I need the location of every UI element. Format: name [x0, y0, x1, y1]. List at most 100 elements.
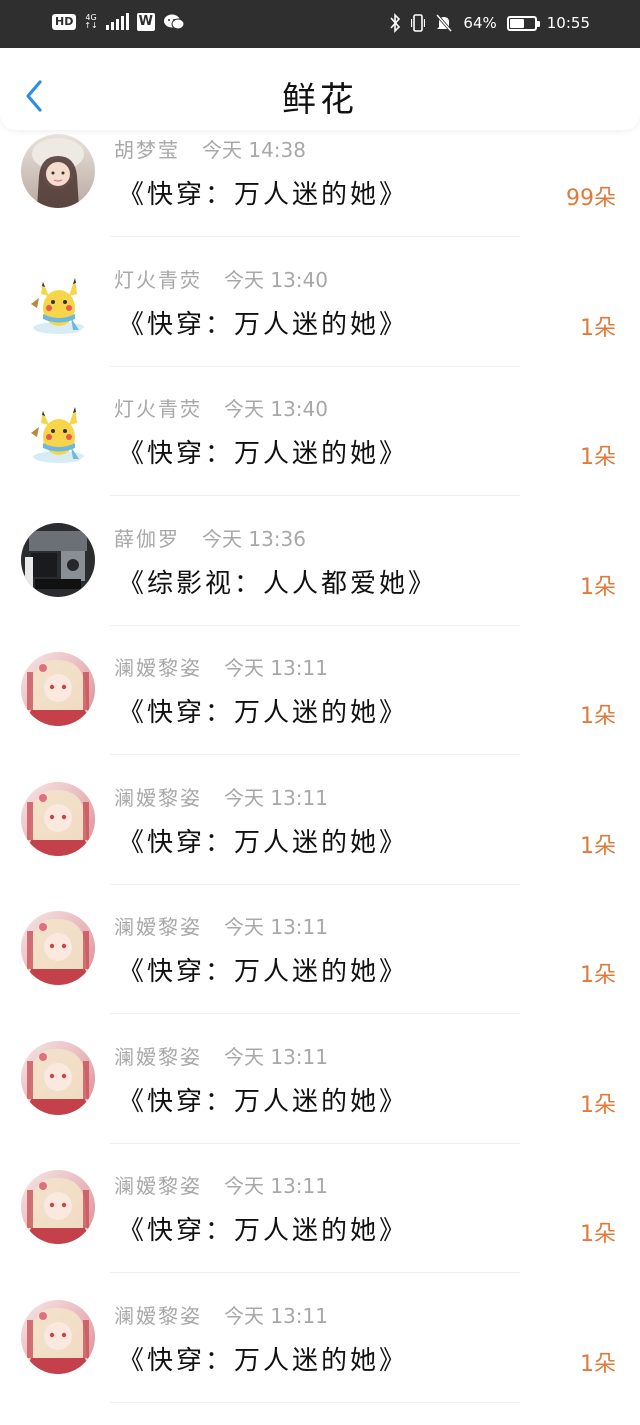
status-bar: HD 4G ↑↓ W 64% — [0, 0, 640, 48]
item-meta: 澜嫒黎姿今天 13:11 — [114, 652, 328, 681]
flower-count: 99朵 — [566, 180, 616, 212]
battery-tip — [537, 21, 540, 27]
divider — [110, 1143, 520, 1144]
vibrate-icon — [411, 13, 425, 33]
list-item[interactable]: 胡梦莹今天 14:38 《快穿：万人迷的她》 99朵 — [0, 130, 640, 260]
timestamp: 今天 13:11 — [224, 1045, 328, 1069]
status-bar-left: HD 4G ↑↓ W — [52, 13, 185, 31]
list-item[interactable]: 澜嫒黎姿今天 13:11 《快穿：万人迷的她》 1朵 — [0, 907, 640, 1037]
book-title: 《快穿：万人迷的她》 — [118, 1081, 408, 1118]
avatar[interactable] — [21, 264, 95, 338]
page-header: 鲜花 — [0, 48, 640, 130]
divider — [110, 625, 520, 626]
item-meta: 灯火青荧今天 13:40 — [114, 393, 328, 422]
timestamp: 今天 13:11 — [224, 915, 328, 939]
status-bar-right: 64% 10:55 — [389, 13, 590, 33]
hd-icon: HD — [52, 14, 76, 30]
sender-name: 灯火青荧 — [114, 397, 202, 421]
sender-name: 澜嫒黎姿 — [114, 1045, 202, 1069]
sender-name: 灯火青荧 — [114, 268, 202, 292]
divider — [110, 884, 520, 885]
divider — [110, 1272, 520, 1273]
item-meta: 澜嫒黎姿今天 13:11 — [114, 1041, 328, 1070]
timestamp: 今天 13:11 — [224, 1174, 328, 1198]
flower-count: 1朵 — [580, 1087, 616, 1119]
bluetooth-icon — [389, 13, 401, 33]
avatar[interactable] — [21, 523, 95, 597]
flower-count: 1朵 — [580, 1346, 616, 1378]
avatar[interactable] — [21, 1170, 95, 1244]
sender-name: 澜嫒黎姿 — [114, 1304, 202, 1328]
divider — [110, 236, 520, 237]
divider — [110, 1013, 520, 1014]
clock: 10:55 — [547, 13, 590, 33]
battery-icon — [507, 16, 537, 31]
book-title: 《快穿：万人迷的她》 — [118, 822, 408, 859]
list-item[interactable]: 澜嫒黎姿今天 13:11 《快穿：万人迷的她》 1朵 — [0, 648, 640, 778]
flower-count: 1朵 — [580, 439, 616, 471]
flower-count: 1朵 — [580, 698, 616, 730]
timestamp: 今天 14:38 — [202, 138, 306, 162]
timestamp: 今天 13:11 — [224, 786, 328, 810]
book-title: 《快穿：万人迷的她》 — [118, 174, 408, 211]
sender-name: 澜嫒黎姿 — [114, 1174, 202, 1198]
avatar[interactable] — [21, 782, 95, 856]
list-item[interactable]: 薛伽罗今天 13:36 《综影视：人人都爱她》 1朵 — [0, 519, 640, 649]
book-title: 《快穿：万人迷的她》 — [118, 304, 408, 341]
sender-name: 胡梦莹 — [114, 138, 180, 162]
item-meta: 灯火青荧今天 13:40 — [114, 264, 328, 293]
sender-name: 澜嫒黎姿 — [114, 656, 202, 680]
avatar[interactable] — [21, 911, 95, 985]
item-meta: 澜嫒黎姿今天 13:11 — [114, 1170, 328, 1199]
flower-list: 胡梦莹今天 14:38《快穿：万人迷的她》99朵灯火青荧今天 13:40《快穿：… — [0, 130, 640, 1425]
divider — [110, 366, 520, 367]
item-meta: 薛伽罗今天 13:36 — [114, 523, 306, 552]
avatar[interactable] — [21, 134, 95, 208]
avatar[interactable] — [21, 652, 95, 726]
flower-count: 1朵 — [580, 569, 616, 601]
timestamp: 今天 13:11 — [224, 656, 328, 680]
list-item[interactable]: 澜嫒黎姿今天 13:11 《快穿：万人迷的她》 1朵 — [0, 1037, 640, 1167]
mute-bell-icon — [435, 13, 453, 33]
item-meta: 澜嫒黎姿今天 13:11 — [114, 911, 328, 940]
list-item[interactable]: 灯火青荧今天 13:40 《快穿：万人迷的她》 1朵 — [0, 389, 640, 519]
book-title: 《快穿：万人迷的她》 — [118, 692, 408, 729]
timestamp: 今天 13:36 — [202, 527, 306, 551]
list-item[interactable]: 澜嫒黎姿今天 13:11 《快穿：万人迷的她》 1朵 — [0, 778, 640, 908]
timestamp: 今天 13:40 — [224, 397, 328, 421]
avatar[interactable] — [21, 1300, 95, 1374]
list-item[interactable]: 灯火青荧今天 13:40 《快穿：万人迷的她》 1朵 — [0, 260, 640, 390]
book-title: 《综影视：人人都爱她》 — [118, 563, 437, 600]
sender-name: 澜嫒黎姿 — [114, 786, 202, 810]
flower-count: 1朵 — [580, 310, 616, 342]
divider — [110, 1402, 520, 1403]
signal-icon — [106, 14, 129, 30]
book-title: 《快穿：万人迷的她》 — [118, 951, 408, 988]
list-item[interactable]: 澜嫒黎姿今天 13:11 《快穿：万人迷的她》 1朵 — [0, 1166, 640, 1296]
item-meta: 澜嫒黎姿今天 13:11 — [114, 782, 328, 811]
network-arrows: ↑↓ — [84, 22, 97, 30]
sender-name: 薛伽罗 — [114, 527, 180, 551]
avatar[interactable] — [21, 1041, 95, 1115]
timestamp: 今天 13:40 — [224, 268, 328, 292]
book-title: 《快穿：万人迷的她》 — [118, 1340, 408, 1377]
divider — [110, 754, 520, 755]
divider — [110, 495, 520, 496]
wps-app-icon: W — [137, 13, 155, 31]
page-title: 鲜花 — [0, 72, 640, 121]
battery-percent: 64% — [463, 13, 496, 33]
flower-count: 1朵 — [580, 957, 616, 989]
network-type: 4G ↑↓ — [84, 14, 97, 30]
battery-fill — [510, 19, 524, 28]
timestamp: 今天 13:11 — [224, 1304, 328, 1328]
book-title: 《快穿：万人迷的她》 — [118, 433, 408, 470]
sender-name: 澜嫒黎姿 — [114, 915, 202, 939]
list-item[interactable]: 澜嫒黎姿今天 13:11 《快穿：万人迷的她》 1朵 — [0, 1296, 640, 1425]
avatar[interactable] — [21, 393, 95, 467]
item-meta: 澜嫒黎姿今天 13:11 — [114, 1300, 328, 1329]
book-title: 《快穿：万人迷的她》 — [118, 1210, 408, 1247]
wechat-icon — [163, 13, 185, 31]
flower-count: 1朵 — [580, 828, 616, 860]
flower-count: 1朵 — [580, 1216, 616, 1248]
item-meta: 胡梦莹今天 14:38 — [114, 134, 306, 163]
